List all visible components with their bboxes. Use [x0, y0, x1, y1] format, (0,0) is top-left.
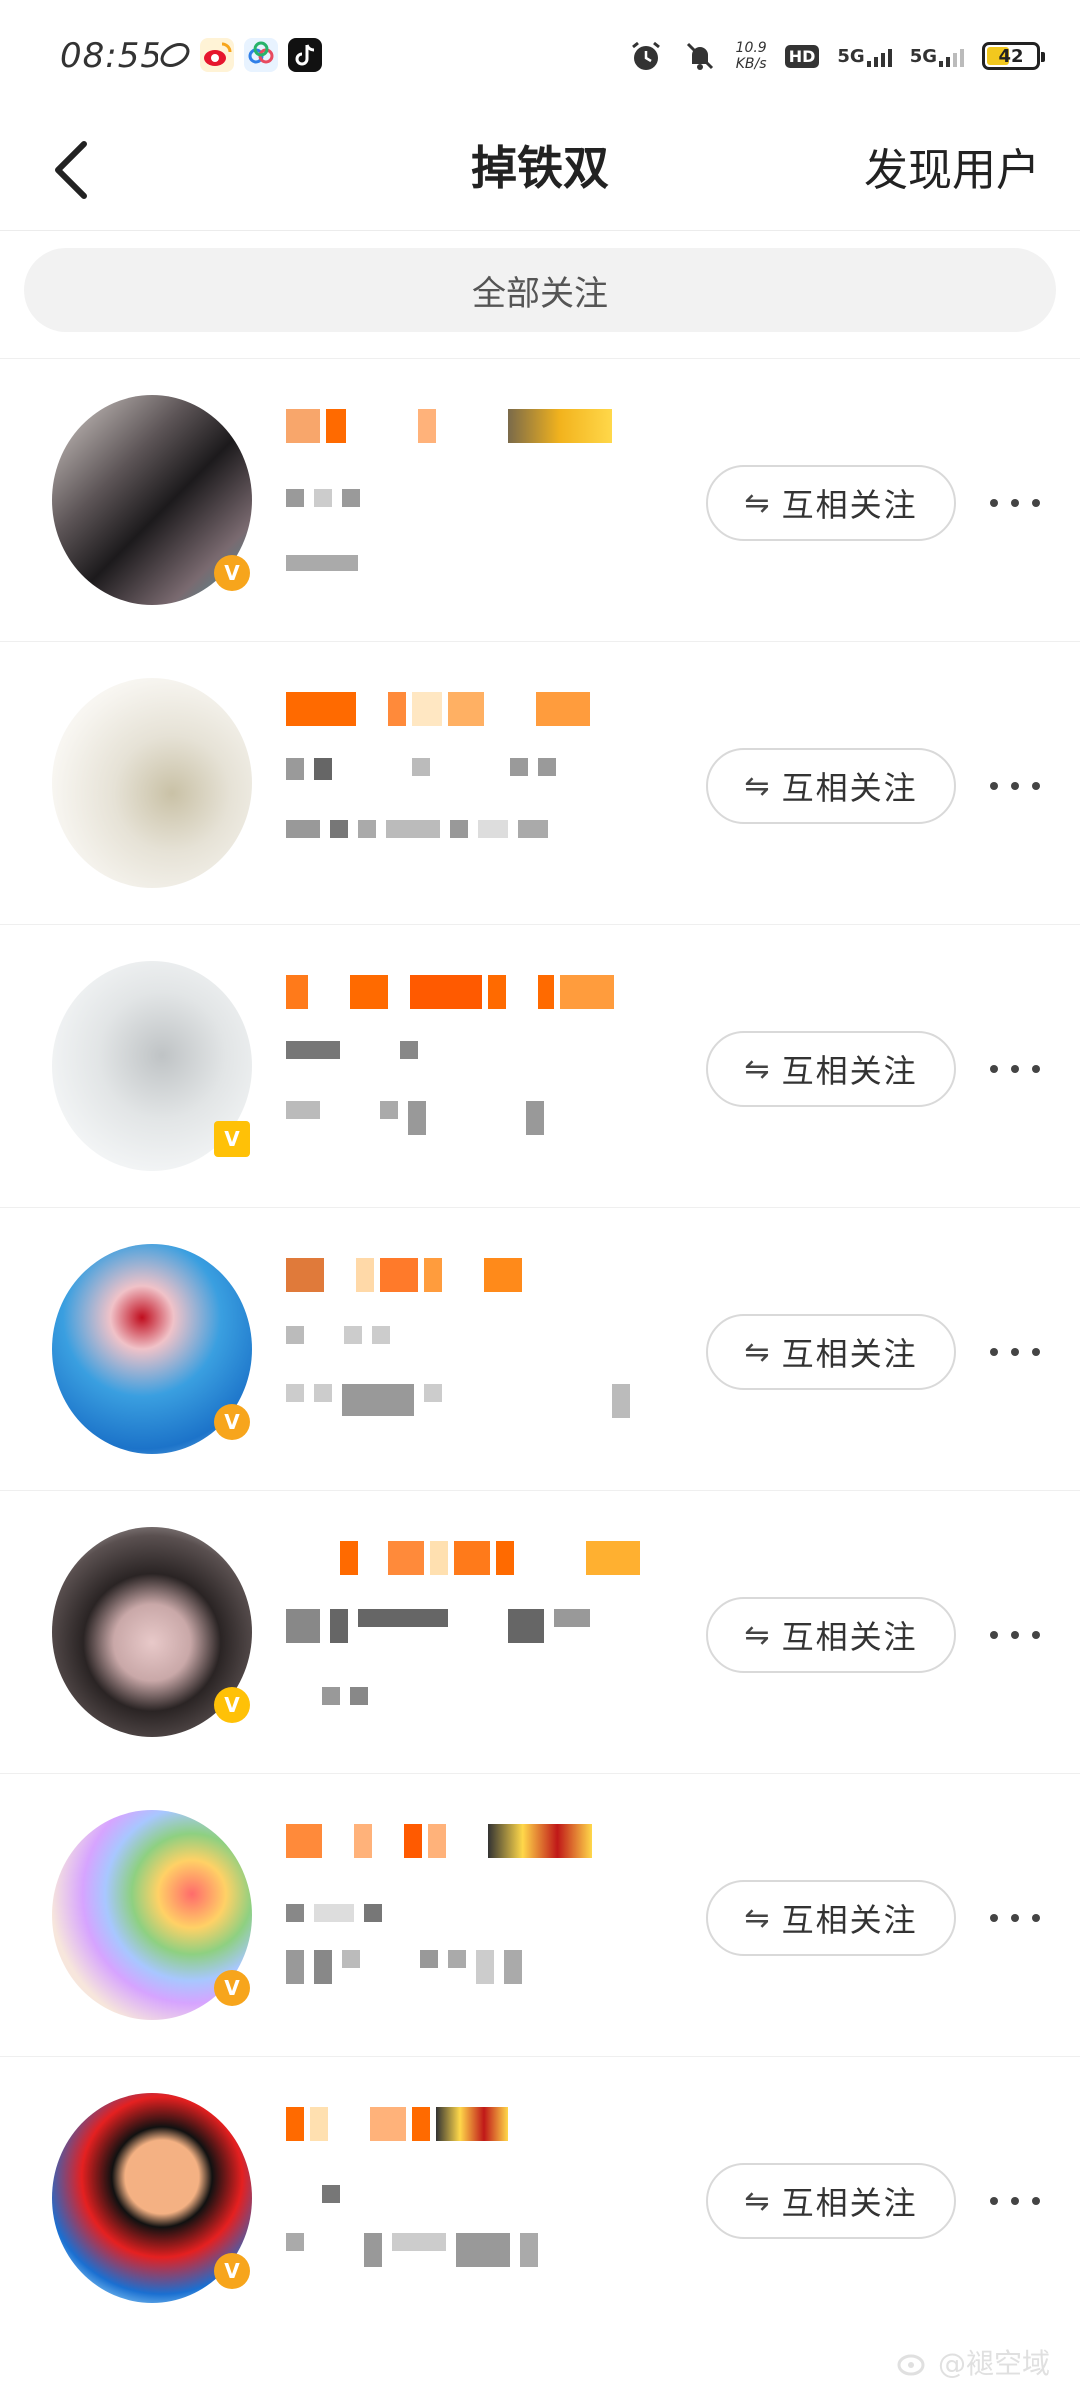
- list-item[interactable]: V ⇋ 互相关注: [0, 1773, 1080, 2056]
- bio-blurred: [286, 1041, 418, 1059]
- more-options-button[interactable]: [990, 485, 1040, 521]
- swap-arrows-icon: ⇋: [744, 1334, 770, 1370]
- net-speed-unit: KB/s: [735, 56, 767, 72]
- swap-arrows-icon: ⇋: [744, 1051, 770, 1087]
- username-blurred: [286, 975, 614, 1009]
- more-options-button[interactable]: [990, 2183, 1040, 2219]
- weibo-logo-icon: [897, 2354, 925, 2376]
- sim1-label: 5G: [837, 45, 865, 67]
- mutual-follow-button[interactable]: ⇋ 互相关注: [706, 2163, 956, 2239]
- signal-sim1: 5G: [837, 45, 892, 67]
- bio-blurred: [286, 1904, 382, 1922]
- weibo-watermark: @褪空域: [896, 2342, 1050, 2382]
- swap-arrows-icon: ⇋: [744, 485, 770, 521]
- battery-level: 42: [998, 45, 1024, 67]
- meta-blurred: [286, 1950, 522, 1984]
- meta-blurred: [286, 2233, 538, 2267]
- mutual-follow-button[interactable]: ⇋ 互相关注: [706, 1597, 956, 1673]
- app-icon-link: [158, 38, 192, 72]
- hd-label: HD: [784, 44, 820, 68]
- swap-arrows-icon: ⇋: [744, 1900, 770, 1936]
- username-blurred: [286, 409, 612, 443]
- swap-arrows-icon: ⇋: [744, 768, 770, 804]
- mute-bell-icon: [686, 42, 713, 70]
- verified-badge-icon: V: [214, 1404, 250, 1440]
- signal-bars-icon: [866, 47, 892, 67]
- bio-blurred: [286, 1609, 590, 1643]
- sim2-label: 5G: [909, 45, 937, 67]
- list-item[interactable]: V ⇋ 互相关注: [0, 2056, 1080, 2339]
- username-blurred: [286, 692, 590, 726]
- follow-label: 互相关注: [781, 1335, 918, 1373]
- discover-users-link[interactable]: 发现用户: [864, 134, 1040, 198]
- list-item[interactable]: V ⇋ 互相关注: [0, 1207, 1080, 1490]
- signal-bars-icon: [939, 47, 964, 67]
- verified-badge-icon: V: [214, 1687, 250, 1723]
- verified-badge-icon: V: [214, 2253, 250, 2289]
- status-indicators: 10.9 KB/s HD 5G 5G 42: [628, 34, 1045, 78]
- avatar[interactable]: [52, 678, 252, 888]
- bio-blurred: [286, 489, 360, 507]
- more-options-button[interactable]: [990, 1051, 1040, 1087]
- username-blurred: [286, 2107, 508, 2141]
- more-options-button[interactable]: [990, 768, 1040, 804]
- follow-label: 互相关注: [781, 2184, 918, 2222]
- list-item[interactable]: V ⇋ 互相关注: [0, 358, 1080, 641]
- username-blurred: [286, 1258, 522, 1292]
- bio-blurred: [286, 758, 556, 780]
- mutual-follow-button[interactable]: ⇋ 互相关注: [706, 1031, 956, 1107]
- tiktok-icon: [288, 38, 322, 72]
- hd-indicator: HD: [784, 44, 820, 68]
- net-speed-value: 10.9: [735, 40, 767, 56]
- signal-sim2: 5G: [910, 46, 964, 67]
- list-item[interactable]: V ⇋ 互相关注: [0, 924, 1080, 1207]
- more-options-button[interactable]: [990, 1617, 1040, 1653]
- mutual-follow-button[interactable]: ⇋ 互相关注: [706, 1314, 956, 1390]
- mutual-follow-button[interactable]: ⇋ 互相关注: [706, 465, 956, 541]
- bio-blurred: [286, 1326, 390, 1344]
- nav-header: 掉铁双 发现用户: [0, 110, 1080, 231]
- swap-arrows-icon: ⇋: [744, 2183, 770, 2219]
- meta-blurred: [286, 820, 548, 838]
- username-blurred: [286, 1824, 592, 1858]
- follow-label: 互相关注: [781, 1618, 918, 1656]
- list-item[interactable]: ⇋ 互相关注: [0, 641, 1080, 924]
- verified-badge-icon: V: [214, 1121, 250, 1157]
- weibo-icon: [200, 38, 234, 72]
- search-placeholder: 全部关注: [472, 273, 608, 314]
- battery-icon: 42: [982, 42, 1045, 70]
- follow-label: 互相关注: [781, 1052, 918, 1090]
- watermark-text: @褪空域: [937, 2347, 1050, 2380]
- search-bar[interactable]: 全部关注: [24, 248, 1056, 332]
- list-item[interactable]: V ⇋ 互相关注: [0, 1490, 1080, 1773]
- cloud-app-icon: [244, 38, 278, 72]
- status-bar: 08:55 10.9 KB/s HD 5G 5G 42: [0, 0, 1080, 110]
- alarm-icon: [631, 41, 660, 70]
- meta-blurred: [286, 1384, 630, 1418]
- meta-blurred: [322, 1687, 368, 1705]
- username-blurred: [340, 1541, 640, 1575]
- follow-label: 互相关注: [781, 1901, 918, 1939]
- bio-blurred: [322, 2185, 340, 2203]
- meta-blurred: [286, 555, 358, 571]
- more-options-button[interactable]: [990, 1900, 1040, 1936]
- status-time: 08:55: [60, 36, 163, 76]
- net-speed: 10.9 KB/s: [736, 40, 767, 72]
- following-list: V ⇋ 互相关注 ⇋ 互相关注 V ⇋ 互相关注 V ⇋ 互相关注 V ⇋ 互相…: [0, 358, 1080, 2339]
- more-options-button[interactable]: [990, 1334, 1040, 1370]
- follow-label: 互相关注: [781, 486, 918, 524]
- swap-arrows-icon: ⇋: [744, 1617, 770, 1653]
- follow-label: 互相关注: [781, 769, 918, 807]
- meta-blurred: [286, 1101, 544, 1135]
- verified-badge-icon: V: [214, 555, 250, 591]
- verified-badge-icon: V: [214, 1970, 250, 2006]
- mutual-follow-button[interactable]: ⇋ 互相关注: [706, 748, 956, 824]
- mutual-follow-button[interactable]: ⇋ 互相关注: [706, 1880, 956, 1956]
